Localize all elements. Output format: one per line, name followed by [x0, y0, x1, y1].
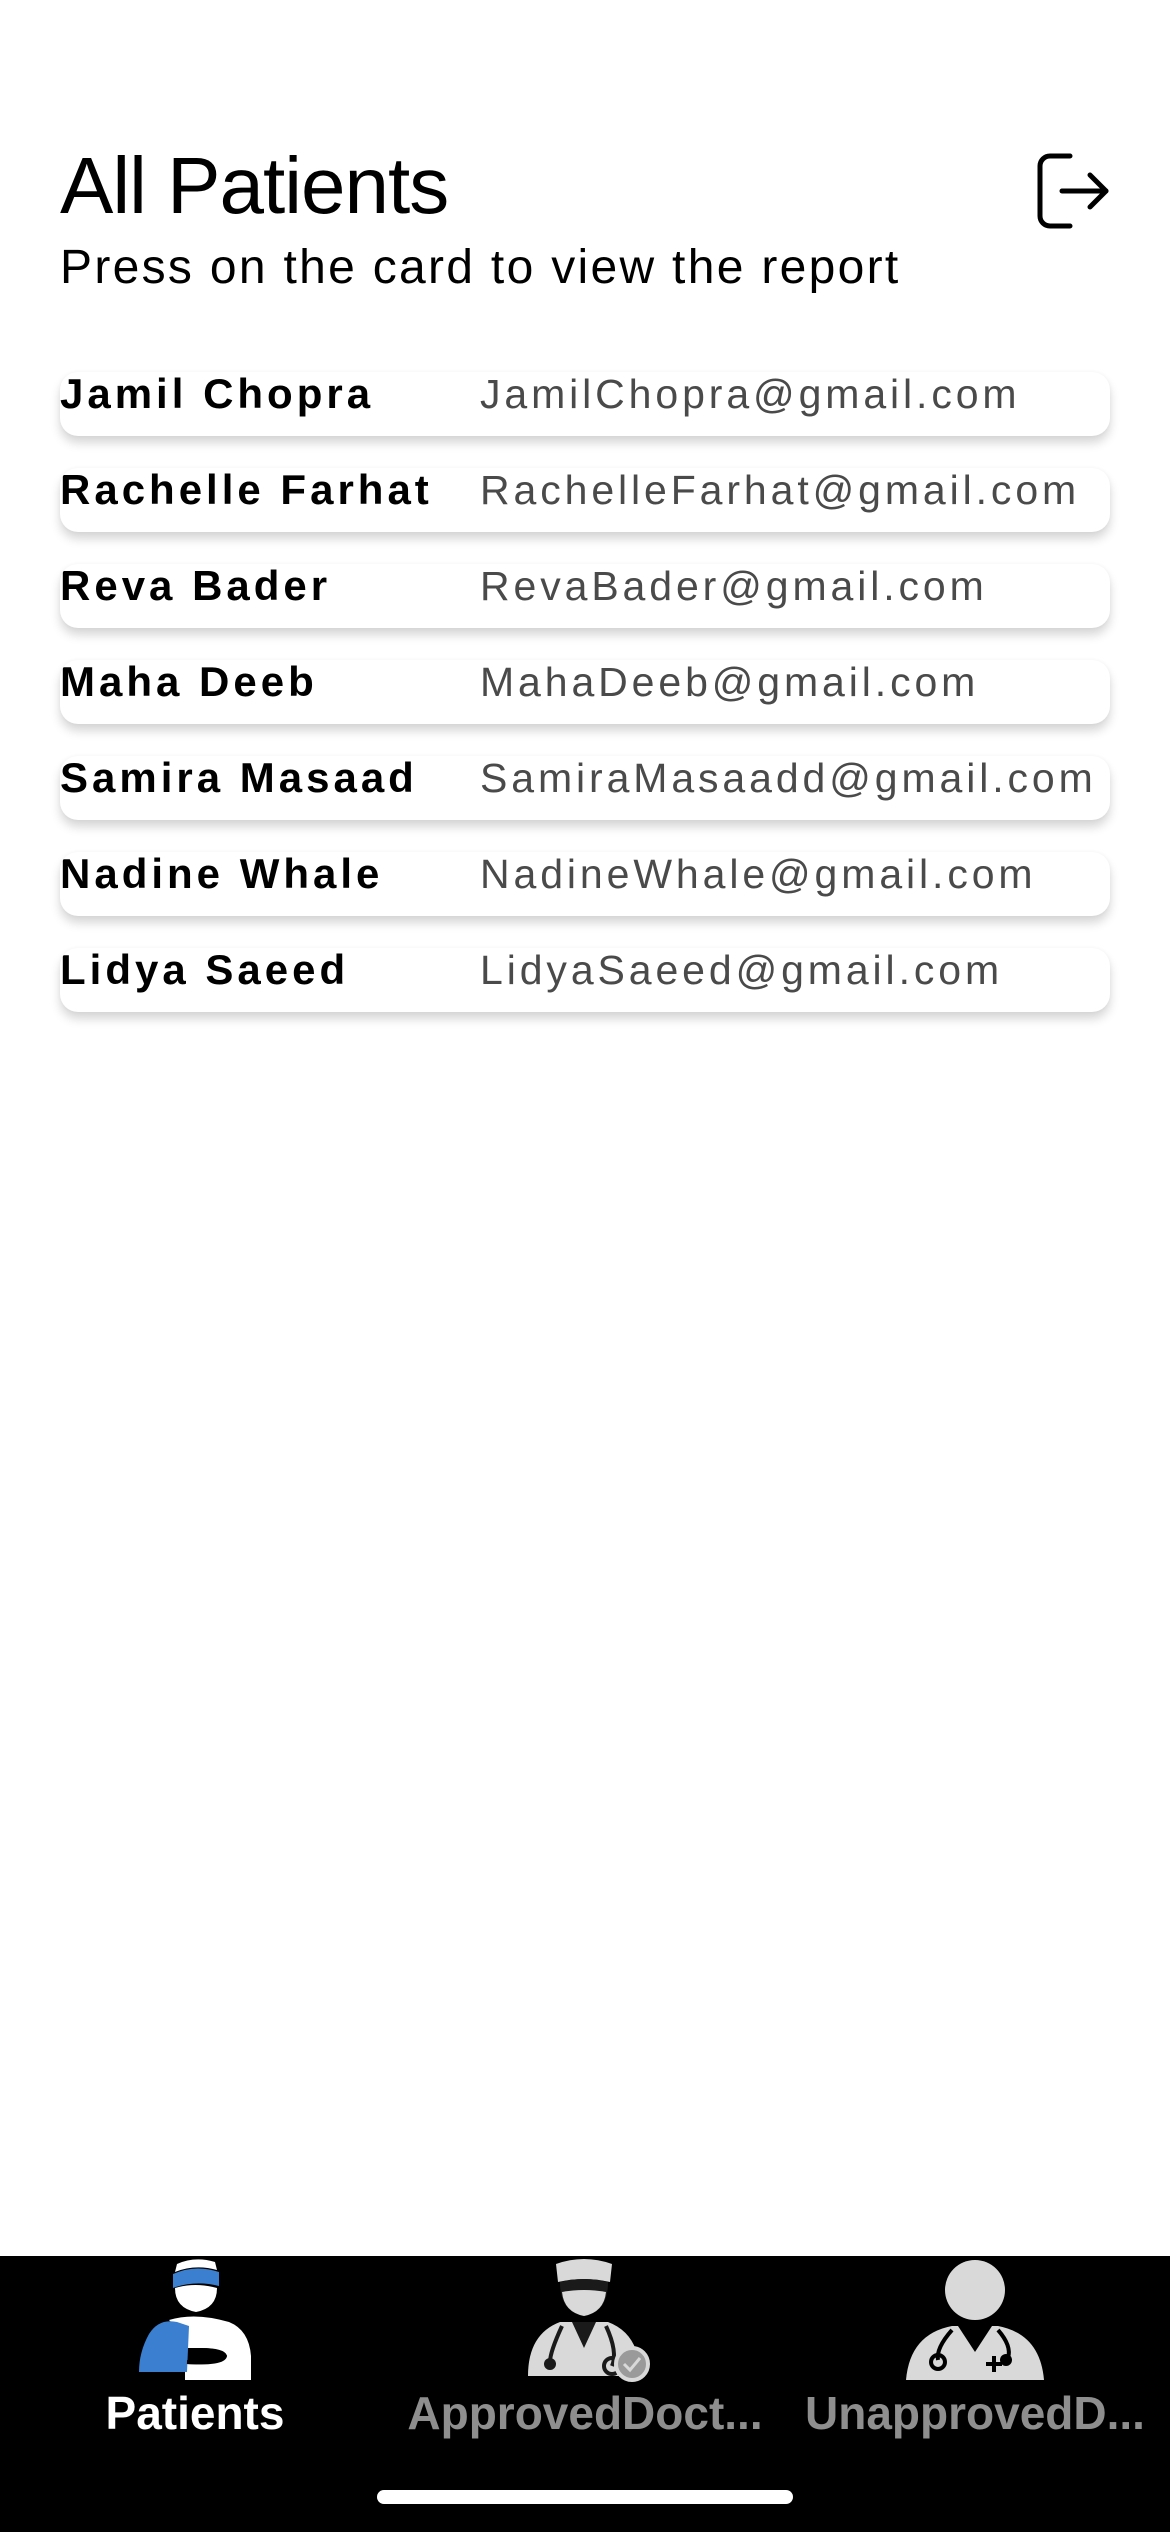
approved-doctor-icon — [528, 2259, 650, 2382]
patient-name: Reva Bader — [60, 564, 332, 609]
logout-icon — [1037, 153, 1109, 229]
patient-card[interactable]: Rachelle Farhat RachelleFarhat@gmail.com — [60, 468, 1110, 532]
patient-email: RevaBader@gmail.com — [480, 564, 988, 609]
patient-card[interactable]: Samira Masaad SamiraMasaadd@gmail.com — [60, 756, 1110, 820]
page-header: All Patients Press on the card to view t… — [60, 140, 1110, 310]
patient-email: MahaDeeb@gmail.com — [480, 660, 980, 705]
home-indicator — [377, 2490, 793, 2504]
patient-card[interactable]: Jamil Chopra JamilChopra@gmail.com — [60, 372, 1110, 436]
tab-approved-doctors-label: ApprovedDoct... — [407, 2388, 763, 2439]
patient-email: LidyaSaeed@gmail.com — [480, 948, 1004, 993]
patient-email: SamiraMasaadd@gmail.com — [480, 756, 1097, 801]
patient-card[interactable]: Nadine Whale NadineWhale@gmail.com — [60, 852, 1110, 916]
tab-unapproved-doctors-label: UnapprovedD... — [805, 2388, 1145, 2439]
patient-name: Jamil Chopra — [60, 372, 375, 417]
patient-name: Maha Deeb — [60, 660, 318, 705]
page-subtitle: Press on the card to view the report — [60, 241, 901, 294]
patient-name: Lidya Saeed — [60, 948, 350, 993]
patient-name: Nadine Whale — [60, 852, 384, 897]
bottom-tab-bar: Patients ApprovedDoct... UnapprovedD... — [0, 2256, 1170, 2532]
patient-card[interactable]: Lidya Saeed LidyaSaeed@gmail.com — [60, 948, 1110, 1012]
patient-card[interactable]: Reva Bader RevaBader@gmail.com — [60, 564, 1110, 628]
patient-icon — [139, 2259, 251, 2380]
patient-card[interactable]: Maha Deeb MahaDeeb@gmail.com — [60, 660, 1110, 724]
logout-button[interactable] — [1036, 152, 1110, 230]
page-title: All Patients — [60, 141, 449, 230]
tab-patients-label: Patients — [105, 2388, 285, 2439]
tab-approved-doctors[interactable]: ApprovedDoct... — [390, 2256, 780, 2456]
unapproved-doctor-icon — [906, 2260, 1044, 2380]
patient-email: JamilChopra@gmail.com — [480, 372, 1021, 417]
patient-name: Samira Masaad — [60, 756, 418, 801]
patient-name: Rachelle Farhat — [60, 468, 433, 513]
tab-patients[interactable]: Patients — [0, 2256, 390, 2456]
patient-email: RachelleFarhat@gmail.com — [480, 468, 1081, 513]
patient-email: NadineWhale@gmail.com — [480, 852, 1037, 897]
patient-list: Jamil Chopra JamilChopra@gmail.com Rache… — [60, 372, 1110, 1044]
tab-unapproved-doctors[interactable]: UnapprovedD... — [780, 2256, 1170, 2456]
